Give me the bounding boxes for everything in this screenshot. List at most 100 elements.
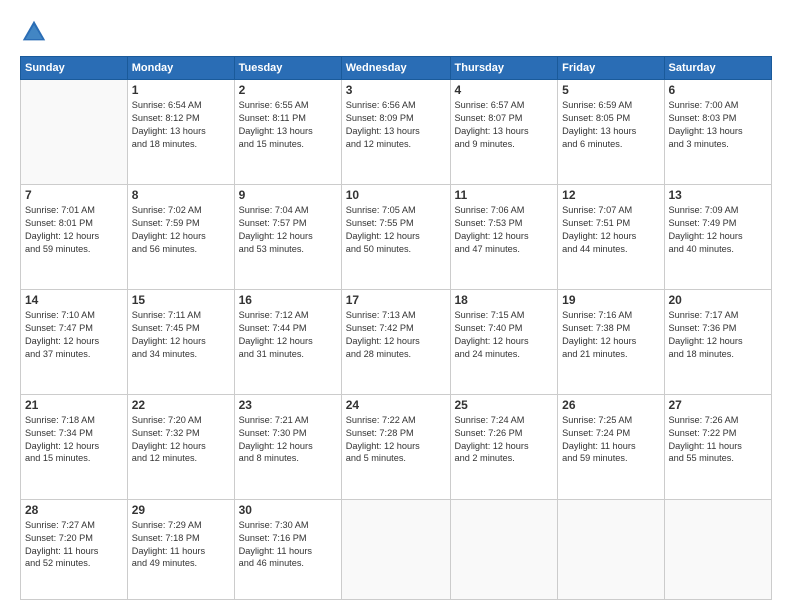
calendar-cell: 13 Sunrise: 7:09 AMSunset: 7:49 PMDayligh… [664, 184, 772, 289]
logo [20, 18, 52, 46]
logo-icon [20, 18, 48, 46]
calendar-cell: 23 Sunrise: 7:21 AMSunset: 7:30 PMDayligh… [234, 394, 341, 499]
day-info: Sunrise: 7:12 AMSunset: 7:44 PMDaylight:… [239, 309, 337, 361]
day-number: 7 [25, 188, 123, 202]
day-number: 30 [239, 503, 337, 517]
day-info: Sunrise: 7:10 AMSunset: 7:47 PMDaylight:… [25, 309, 123, 361]
calendar-cell: 28 Sunrise: 7:27 AMSunset: 7:20 PMDayligh… [21, 499, 128, 599]
day-header-saturday: Saturday [664, 57, 772, 80]
day-number: 18 [455, 293, 554, 307]
calendar-cell: 30 Sunrise: 7:30 AMSunset: 7:16 PMDayligh… [234, 499, 341, 599]
day-header-sunday: Sunday [21, 57, 128, 80]
day-number: 15 [132, 293, 230, 307]
day-number: 22 [132, 398, 230, 412]
calendar-cell: 14 Sunrise: 7:10 AMSunset: 7:47 PMDayligh… [21, 289, 128, 394]
day-number: 19 [562, 293, 659, 307]
calendar-cell [450, 499, 558, 599]
day-info: Sunrise: 7:25 AMSunset: 7:24 PMDaylight:… [562, 414, 659, 466]
day-number: 24 [346, 398, 446, 412]
day-info: Sunrise: 7:09 AMSunset: 7:49 PMDaylight:… [669, 204, 768, 256]
calendar-cell: 24 Sunrise: 7:22 AMSunset: 7:28 PMDayligh… [341, 394, 450, 499]
day-number: 20 [669, 293, 768, 307]
calendar-cell: 27 Sunrise: 7:26 AMSunset: 7:22 PMDayligh… [664, 394, 772, 499]
week-row-4: 28 Sunrise: 7:27 AMSunset: 7:20 PMDayligh… [21, 499, 772, 599]
day-number: 6 [669, 83, 768, 97]
day-info: Sunrise: 6:56 AMSunset: 8:09 PMDaylight:… [346, 99, 446, 151]
week-row-2: 14 Sunrise: 7:10 AMSunset: 7:47 PMDayligh… [21, 289, 772, 394]
day-header-wednesday: Wednesday [341, 57, 450, 80]
calendar-cell [21, 80, 128, 185]
day-info: Sunrise: 7:27 AMSunset: 7:20 PMDaylight:… [25, 519, 123, 571]
day-number: 28 [25, 503, 123, 517]
calendar-cell: 4Sunrise: 6:57 AMSunset: 8:07 PMDaylight… [450, 80, 558, 185]
day-info: Sunrise: 7:06 AMSunset: 7:53 PMDaylight:… [455, 204, 554, 256]
day-number: 13 [669, 188, 768, 202]
day-info: Sunrise: 7:21 AMSunset: 7:30 PMDaylight:… [239, 414, 337, 466]
day-number: 16 [239, 293, 337, 307]
calendar-cell: 22 Sunrise: 7:20 AMSunset: 7:32 PMDayligh… [127, 394, 234, 499]
day-info: Sunrise: 7:29 AMSunset: 7:18 PMDaylight:… [132, 519, 230, 571]
calendar-cell: 3 Sunrise: 6:56 AMSunset: 8:09 PMDaylight… [341, 80, 450, 185]
calendar-cell: 21Sunrise: 7:18 AMSunset: 7:34 PMDayligh… [21, 394, 128, 499]
day-info: Sunrise: 7:20 AMSunset: 7:32 PMDaylight:… [132, 414, 230, 466]
day-number: 25 [455, 398, 554, 412]
header [20, 18, 772, 46]
day-info: Sunrise: 7:05 AMSunset: 7:55 PMDaylight:… [346, 204, 446, 256]
day-info: Sunrise: 7:07 AMSunset: 7:51 PMDaylight:… [562, 204, 659, 256]
page: SundayMondayTuesdayWednesdayThursdayFrid… [0, 0, 792, 612]
calendar-cell: 17 Sunrise: 7:13 AMSunset: 7:42 PMDayligh… [341, 289, 450, 394]
calendar-cell: 18 Sunrise: 7:15 AMSunset: 7:40 PMDayligh… [450, 289, 558, 394]
day-number: 23 [239, 398, 337, 412]
calendar-cell: 2Sunrise: 6:55 AMSunset: 8:11 PMDaylight… [234, 80, 341, 185]
calendar-cell [341, 499, 450, 599]
day-info: Sunrise: 7:24 AMSunset: 7:26 PMDaylight:… [455, 414, 554, 466]
calendar-cell: 8 Sunrise: 7:02 AMSunset: 7:59 PMDaylight… [127, 184, 234, 289]
day-header-thursday: Thursday [450, 57, 558, 80]
day-number: 10 [346, 188, 446, 202]
calendar-cell: 6 Sunrise: 7:00 AMSunset: 8:03 PMDaylight… [664, 80, 772, 185]
calendar-cell: 12 Sunrise: 7:07 AMSunset: 7:51 PMDayligh… [558, 184, 664, 289]
day-header-tuesday: Tuesday [234, 57, 341, 80]
day-info: Sunrise: 7:01 AMSunset: 8:01 PMDaylight:… [25, 204, 123, 256]
day-info: Sunrise: 7:15 AMSunset: 7:40 PMDaylight:… [455, 309, 554, 361]
day-info: Sunrise: 7:00 AMSunset: 8:03 PMDaylight:… [669, 99, 768, 151]
day-number: 11 [455, 188, 554, 202]
day-info: Sunrise: 7:17 AMSunset: 7:36 PMDaylight:… [669, 309, 768, 361]
week-row-0: 1Sunrise: 6:54 AMSunset: 8:12 PMDaylight… [21, 80, 772, 185]
calendar-cell: 15Sunrise: 7:11 AMSunset: 7:45 PMDayligh… [127, 289, 234, 394]
day-number: 17 [346, 293, 446, 307]
calendar-cell: 10 Sunrise: 7:05 AMSunset: 7:55 PMDayligh… [341, 184, 450, 289]
day-number: 9 [239, 188, 337, 202]
day-number: 8 [132, 188, 230, 202]
day-info: Sunrise: 7:30 AMSunset: 7:16 PMDaylight:… [239, 519, 337, 571]
day-number: 14 [25, 293, 123, 307]
day-info: Sunrise: 6:55 AMSunset: 8:11 PMDaylight:… [239, 99, 337, 151]
day-info: Sunrise: 7:13 AMSunset: 7:42 PMDaylight:… [346, 309, 446, 361]
calendar-cell: 11 Sunrise: 7:06 AMSunset: 7:53 PMDayligh… [450, 184, 558, 289]
calendar-cell: 26 Sunrise: 7:25 AMSunset: 7:24 PMDayligh… [558, 394, 664, 499]
day-info: Sunrise: 7:22 AMSunset: 7:28 PMDaylight:… [346, 414, 446, 466]
day-number: 3 [346, 83, 446, 97]
day-header-monday: Monday [127, 57, 234, 80]
day-info: Sunrise: 7:26 AMSunset: 7:22 PMDaylight:… [669, 414, 768, 466]
calendar-cell: 16 Sunrise: 7:12 AMSunset: 7:44 PMDayligh… [234, 289, 341, 394]
day-number: 29 [132, 503, 230, 517]
calendar-cell: 25 Sunrise: 7:24 AMSunset: 7:26 PMDayligh… [450, 394, 558, 499]
day-info: Sunrise: 7:18 AMSunset: 7:34 PMDaylight:… [25, 414, 123, 466]
week-row-1: 7 Sunrise: 7:01 AMSunset: 8:01 PMDaylight… [21, 184, 772, 289]
calendar-cell: 1Sunrise: 6:54 AMSunset: 8:12 PMDaylight… [127, 80, 234, 185]
day-number: 27 [669, 398, 768, 412]
calendar-cell [664, 499, 772, 599]
calendar-table: SundayMondayTuesdayWednesdayThursdayFrid… [20, 56, 772, 600]
day-info: Sunrise: 6:57 AMSunset: 8:07 PMDaylight:… [455, 99, 554, 151]
day-info: Sunrise: 7:02 AMSunset: 7:59 PMDaylight:… [132, 204, 230, 256]
day-info: Sunrise: 7:04 AMSunset: 7:57 PMDaylight:… [239, 204, 337, 256]
calendar-cell: 19 Sunrise: 7:16 AMSunset: 7:38 PMDayligh… [558, 289, 664, 394]
calendar-cell [558, 499, 664, 599]
day-header-friday: Friday [558, 57, 664, 80]
day-number: 5 [562, 83, 659, 97]
day-info: Sunrise: 7:16 AMSunset: 7:38 PMDaylight:… [562, 309, 659, 361]
day-number: 12 [562, 188, 659, 202]
day-number: 26 [562, 398, 659, 412]
week-row-3: 21Sunrise: 7:18 AMSunset: 7:34 PMDayligh… [21, 394, 772, 499]
